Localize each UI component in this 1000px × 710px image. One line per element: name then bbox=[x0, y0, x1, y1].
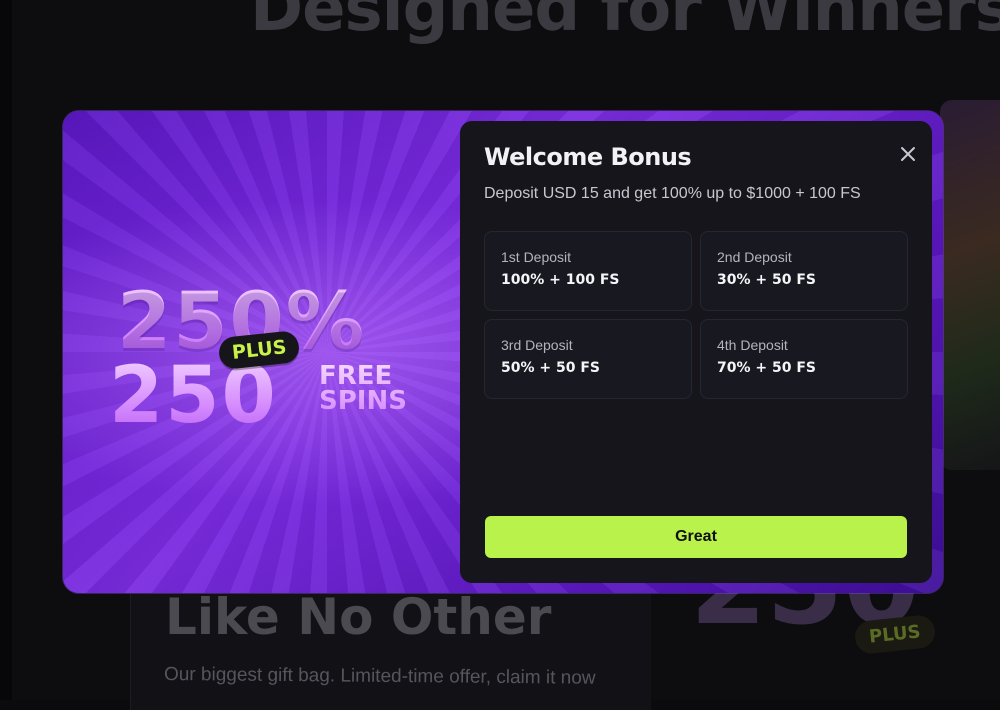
great-button[interactable]: Great bbox=[485, 516, 907, 558]
modal-subtitle: Deposit USD 15 and get 100% up to $1000 … bbox=[484, 185, 861, 202]
promo-spins-label: SPINS bbox=[319, 386, 407, 416]
background-game-card bbox=[940, 100, 1000, 470]
background-subtext: Our biggest gift bag. Limited-time offer… bbox=[163, 663, 596, 689]
deposit-value: 50% + 50 FS bbox=[501, 360, 600, 376]
deposit-grid: 1st Deposit 100% + 100 FS 2nd Deposit 30… bbox=[484, 231, 908, 399]
deposit-value: 70% + 50 FS bbox=[717, 360, 816, 376]
deposit-card-2: 2nd Deposit 30% + 50 FS bbox=[700, 231, 908, 311]
background-heading-top: Designed for Winners bbox=[250, 0, 1000, 46]
close-button[interactable] bbox=[897, 143, 919, 165]
deposit-label: 1st Deposit bbox=[501, 249, 572, 265]
background-sidebar-strip bbox=[0, 0, 12, 700]
deposit-card-1: 1st Deposit 100% + 100 FS bbox=[484, 231, 692, 311]
background-heading-mid: Like No Other bbox=[165, 588, 552, 646]
deposit-card-4: 4th Deposit 70% + 50 FS bbox=[700, 319, 908, 399]
promo-free-spins: FREE SPINS bbox=[319, 364, 407, 414]
close-icon bbox=[901, 147, 915, 161]
deposit-card-3: 3rd Deposit 50% + 50 FS bbox=[484, 319, 692, 399]
bonus-details-panel: Welcome Bonus Deposit USD 15 and get 100… bbox=[460, 121, 932, 583]
deposit-label: 2nd Deposit bbox=[717, 249, 792, 265]
deposit-value: 100% + 100 FS bbox=[501, 272, 620, 288]
welcome-bonus-modal: 250% 250 PLUS FREE SPINS Welcome Bonus D… bbox=[63, 111, 943, 593]
deposit-label: 3rd Deposit bbox=[501, 337, 573, 353]
promo-headline: 250% 250 PLUS FREE SPINS bbox=[109, 277, 429, 441]
modal-title: Welcome Bonus bbox=[484, 143, 692, 171]
deposit-value: 30% + 50 FS bbox=[717, 272, 816, 288]
deposit-label: 4th Deposit bbox=[717, 337, 788, 353]
